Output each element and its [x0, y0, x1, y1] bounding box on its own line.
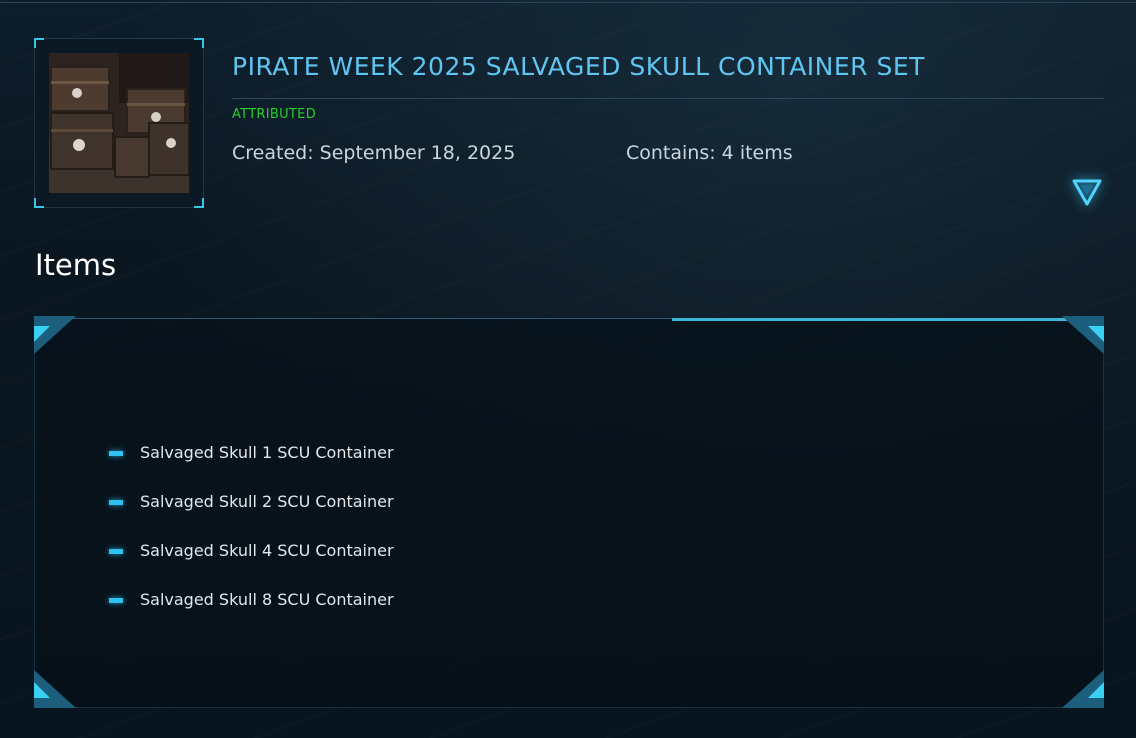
dash-bullet-icon: [109, 499, 123, 505]
status-badge: ATTRIBUTED: [232, 107, 317, 122]
pledge-thumbnail-image: [49, 53, 189, 193]
list-item: Salvaged Skull 1 SCU Container: [109, 428, 394, 477]
panel-corner-top-right: [1062, 316, 1104, 354]
items-panel: Salvaged Skull 1 SCU Container Salvaged …: [34, 316, 1104, 708]
frame-corner: [194, 198, 204, 208]
containers-illustration: [49, 53, 189, 193]
top-divider: [0, 2, 1136, 3]
items-list: Salvaged Skull 1 SCU Container Salvaged …: [109, 428, 394, 624]
pledge-thumbnail-frame[interactable]: [34, 38, 204, 208]
panel-top-highlight: [672, 318, 1072, 321]
panel-corner-bottom-left: [34, 670, 76, 708]
expand-toggle-button[interactable]: [1072, 179, 1102, 207]
panel-corner-top-left: [34, 316, 76, 354]
frame-corner: [194, 38, 204, 48]
created-date: Created: September 18, 2025: [232, 142, 516, 164]
item-label: Salvaged Skull 2 SCU Container: [140, 492, 394, 511]
triangle-down-icon: [1072, 179, 1102, 206]
item-label: Salvaged Skull 1 SCU Container: [140, 443, 394, 462]
list-item: Salvaged Skull 4 SCU Container: [109, 526, 394, 575]
item-count: Contains: 4 items: [626, 142, 793, 164]
dash-bullet-icon: [109, 548, 123, 554]
panel-corner-bottom-right: [1062, 670, 1104, 708]
dash-bullet-icon: [109, 597, 123, 603]
title-divider: [232, 98, 1104, 99]
list-item: Salvaged Skull 8 SCU Container: [109, 575, 394, 624]
items-heading: Items: [35, 248, 117, 282]
dash-bullet-icon: [109, 450, 123, 456]
item-label: Salvaged Skull 8 SCU Container: [140, 590, 394, 609]
pledge-title: PIRATE WEEK 2025 SALVAGED SKULL CONTAINE…: [232, 52, 925, 81]
item-label: Salvaged Skull 4 SCU Container: [140, 541, 394, 560]
frame-corner: [34, 38, 44, 48]
frame-corner: [34, 198, 44, 208]
pledge-page: PIRATE WEEK 2025 SALVAGED SKULL CONTAINE…: [0, 0, 1136, 738]
list-item: Salvaged Skull 2 SCU Container: [109, 477, 394, 526]
